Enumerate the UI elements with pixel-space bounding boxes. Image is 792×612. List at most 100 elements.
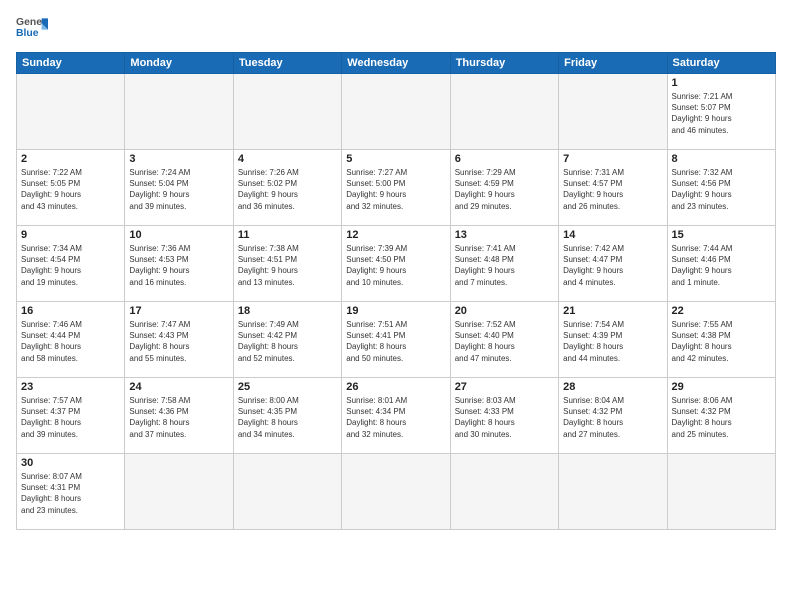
calendar-cell: 22 Sunrise: 7:55 AMSunset: 4:38 PMDayligh… <box>667 302 775 378</box>
calendar-cell <box>125 74 233 150</box>
calendar: Sunday Monday Tuesday Wednesday Thursday… <box>16 52 776 530</box>
day-info: Sunrise: 7:41 AMSunset: 4:48 PMDaylight:… <box>455 244 516 287</box>
page: General Blue Sunday Monday Tuesday Wedne… <box>0 0 792 612</box>
day-number: 30 <box>21 457 120 469</box>
day-number: 18 <box>238 305 337 317</box>
calendar-cell: 28 Sunrise: 8:04 AMSunset: 4:32 PMDayligh… <box>559 378 667 454</box>
calendar-cell: 21 Sunrise: 7:54 AMSunset: 4:39 PMDayligh… <box>559 302 667 378</box>
day-number: 16 <box>21 305 120 317</box>
day-info: Sunrise: 7:57 AMSunset: 4:37 PMDaylight:… <box>21 396 82 439</box>
day-number: 6 <box>455 153 554 165</box>
day-number: 22 <box>672 305 771 317</box>
day-info: Sunrise: 8:03 AMSunset: 4:33 PMDaylight:… <box>455 396 516 439</box>
day-info: Sunrise: 7:54 AMSunset: 4:39 PMDaylight:… <box>563 320 624 363</box>
calendar-cell: 16 Sunrise: 7:46 AMSunset: 4:44 PMDayligh… <box>17 302 125 378</box>
calendar-cell <box>559 74 667 150</box>
day-number: 12 <box>346 229 445 241</box>
calendar-row: 2 Sunrise: 7:22 AMSunset: 5:05 PMDaylight… <box>17 150 776 226</box>
day-info: Sunrise: 7:55 AMSunset: 4:38 PMDaylight:… <box>672 320 733 363</box>
header-saturday: Saturday <box>667 53 775 74</box>
calendar-cell <box>125 454 233 530</box>
calendar-cell <box>17 74 125 150</box>
day-number: 23 <box>21 381 120 393</box>
day-info: Sunrise: 7:31 AMSunset: 4:57 PMDaylight:… <box>563 168 624 211</box>
day-info: Sunrise: 7:47 AMSunset: 4:43 PMDaylight:… <box>129 320 190 363</box>
header-friday: Friday <box>559 53 667 74</box>
day-info: Sunrise: 8:06 AMSunset: 4:32 PMDaylight:… <box>672 396 733 439</box>
calendar-cell: 23 Sunrise: 7:57 AMSunset: 4:37 PMDayligh… <box>17 378 125 454</box>
calendar-row: 23 Sunrise: 7:57 AMSunset: 4:37 PMDayligh… <box>17 378 776 454</box>
day-info: Sunrise: 8:04 AMSunset: 4:32 PMDaylight:… <box>563 396 624 439</box>
calendar-cell <box>450 74 558 150</box>
day-number: 20 <box>455 305 554 317</box>
calendar-cell: 3 Sunrise: 7:24 AMSunset: 5:04 PMDaylight… <box>125 150 233 226</box>
day-info: Sunrise: 7:27 AMSunset: 5:00 PMDaylight:… <box>346 168 407 211</box>
day-info: Sunrise: 7:44 AMSunset: 4:46 PMDaylight:… <box>672 244 733 287</box>
header-tuesday: Tuesday <box>233 53 341 74</box>
day-info: Sunrise: 7:22 AMSunset: 5:05 PMDaylight:… <box>21 168 82 211</box>
day-number: 25 <box>238 381 337 393</box>
calendar-cell: 12Sunrise: 7:39 AMSunset: 4:50 PMDayligh… <box>342 226 450 302</box>
day-number: 29 <box>672 381 771 393</box>
calendar-row: 9Sunrise: 7:34 AMSunset: 4:54 PMDaylight… <box>17 226 776 302</box>
day-number: 2 <box>21 153 120 165</box>
day-info: Sunrise: 7:21 AMSunset: 5:07 PMDaylight:… <box>672 92 733 135</box>
day-number: 7 <box>563 153 662 165</box>
calendar-row: 16 Sunrise: 7:46 AMSunset: 4:44 PMDayligh… <box>17 302 776 378</box>
calendar-cell: 15 Sunrise: 7:44 AMSunset: 4:46 PMDayligh… <box>667 226 775 302</box>
day-number: 26 <box>346 381 445 393</box>
calendar-cell: 24 Sunrise: 7:58 AMSunset: 4:36 PMDayligh… <box>125 378 233 454</box>
day-info: Sunrise: 7:32 AMSunset: 4:56 PMDaylight:… <box>672 168 733 211</box>
day-number: 14 <box>563 229 662 241</box>
calendar-cell: 26 Sunrise: 8:01 AMSunset: 4:34 PMDayligh… <box>342 378 450 454</box>
weekday-header-row: Sunday Monday Tuesday Wednesday Thursday… <box>17 53 776 74</box>
day-number: 15 <box>672 229 771 241</box>
day-number: 3 <box>129 153 228 165</box>
header-sunday: Sunday <box>17 53 125 74</box>
day-info: Sunrise: 7:36 AMSunset: 4:53 PMDaylight:… <box>129 244 190 287</box>
calendar-cell: 5 Sunrise: 7:27 AMSunset: 5:00 PMDaylight… <box>342 150 450 226</box>
day-info: Sunrise: 7:46 AMSunset: 4:44 PMDaylight:… <box>21 320 82 363</box>
day-number: 11 <box>238 229 337 241</box>
day-info: Sunrise: 7:42 AMSunset: 4:47 PMDaylight:… <box>563 244 624 287</box>
day-number: 21 <box>563 305 662 317</box>
day-info: Sunrise: 8:07 AMSunset: 4:31 PMDaylight:… <box>21 472 82 515</box>
day-number: 10 <box>129 229 228 241</box>
header-wednesday: Wednesday <box>342 53 450 74</box>
day-info: Sunrise: 7:29 AMSunset: 4:59 PMDaylight:… <box>455 168 516 211</box>
header-thursday: Thursday <box>450 53 558 74</box>
day-info: Sunrise: 7:26 AMSunset: 5:02 PMDaylight:… <box>238 168 299 211</box>
day-info: Sunrise: 7:52 AMSunset: 4:40 PMDaylight:… <box>455 320 516 363</box>
header-monday: Monday <box>125 53 233 74</box>
calendar-row: 1 Sunrise: 7:21 AMSunset: 5:07 PMDaylight… <box>17 74 776 150</box>
day-number: 1 <box>672 77 771 89</box>
day-number: 5 <box>346 153 445 165</box>
calendar-cell: 6 Sunrise: 7:29 AMSunset: 4:59 PMDaylight… <box>450 150 558 226</box>
calendar-cell <box>342 454 450 530</box>
calendar-cell: 25Sunrise: 8:00 AMSunset: 4:35 PMDayligh… <box>233 378 341 454</box>
day-number: 17 <box>129 305 228 317</box>
day-info: Sunrise: 7:51 AMSunset: 4:41 PMDaylight:… <box>346 320 407 363</box>
calendar-cell: 9Sunrise: 7:34 AMSunset: 4:54 PMDaylight… <box>17 226 125 302</box>
day-info: Sunrise: 8:01 AMSunset: 4:34 PMDaylight:… <box>346 396 407 439</box>
calendar-cell: 20 Sunrise: 7:52 AMSunset: 4:40 PMDayligh… <box>450 302 558 378</box>
calendar-cell <box>559 454 667 530</box>
day-number: 13 <box>455 229 554 241</box>
day-info: Sunrise: 7:24 AMSunset: 5:04 PMDaylight:… <box>129 168 190 211</box>
calendar-cell: 2 Sunrise: 7:22 AMSunset: 5:05 PMDaylight… <box>17 150 125 226</box>
calendar-cell <box>450 454 558 530</box>
svg-text:Blue: Blue <box>16 28 39 39</box>
calendar-cell: 14 Sunrise: 7:42 AMSunset: 4:47 PMDayligh… <box>559 226 667 302</box>
day-number: 24 <box>129 381 228 393</box>
calendar-cell: 18Sunrise: 7:49 AMSunset: 4:42 PMDayligh… <box>233 302 341 378</box>
day-number: 4 <box>238 153 337 165</box>
calendar-cell: 27Sunrise: 8:03 AMSunset: 4:33 PMDayligh… <box>450 378 558 454</box>
calendar-cell: 13 Sunrise: 7:41 AMSunset: 4:48 PMDayligh… <box>450 226 558 302</box>
calendar-cell: 11Sunrise: 7:38 AMSunset: 4:51 PMDayligh… <box>233 226 341 302</box>
day-number: 28 <box>563 381 662 393</box>
day-info: Sunrise: 7:34 AMSunset: 4:54 PMDaylight:… <box>21 244 82 287</box>
calendar-cell: 7 Sunrise: 7:31 AMSunset: 4:57 PMDaylight… <box>559 150 667 226</box>
day-info: Sunrise: 7:58 AMSunset: 4:36 PMDaylight:… <box>129 396 190 439</box>
header: General Blue <box>16 12 776 44</box>
calendar-cell: 19Sunrise: 7:51 AMSunset: 4:41 PMDayligh… <box>342 302 450 378</box>
